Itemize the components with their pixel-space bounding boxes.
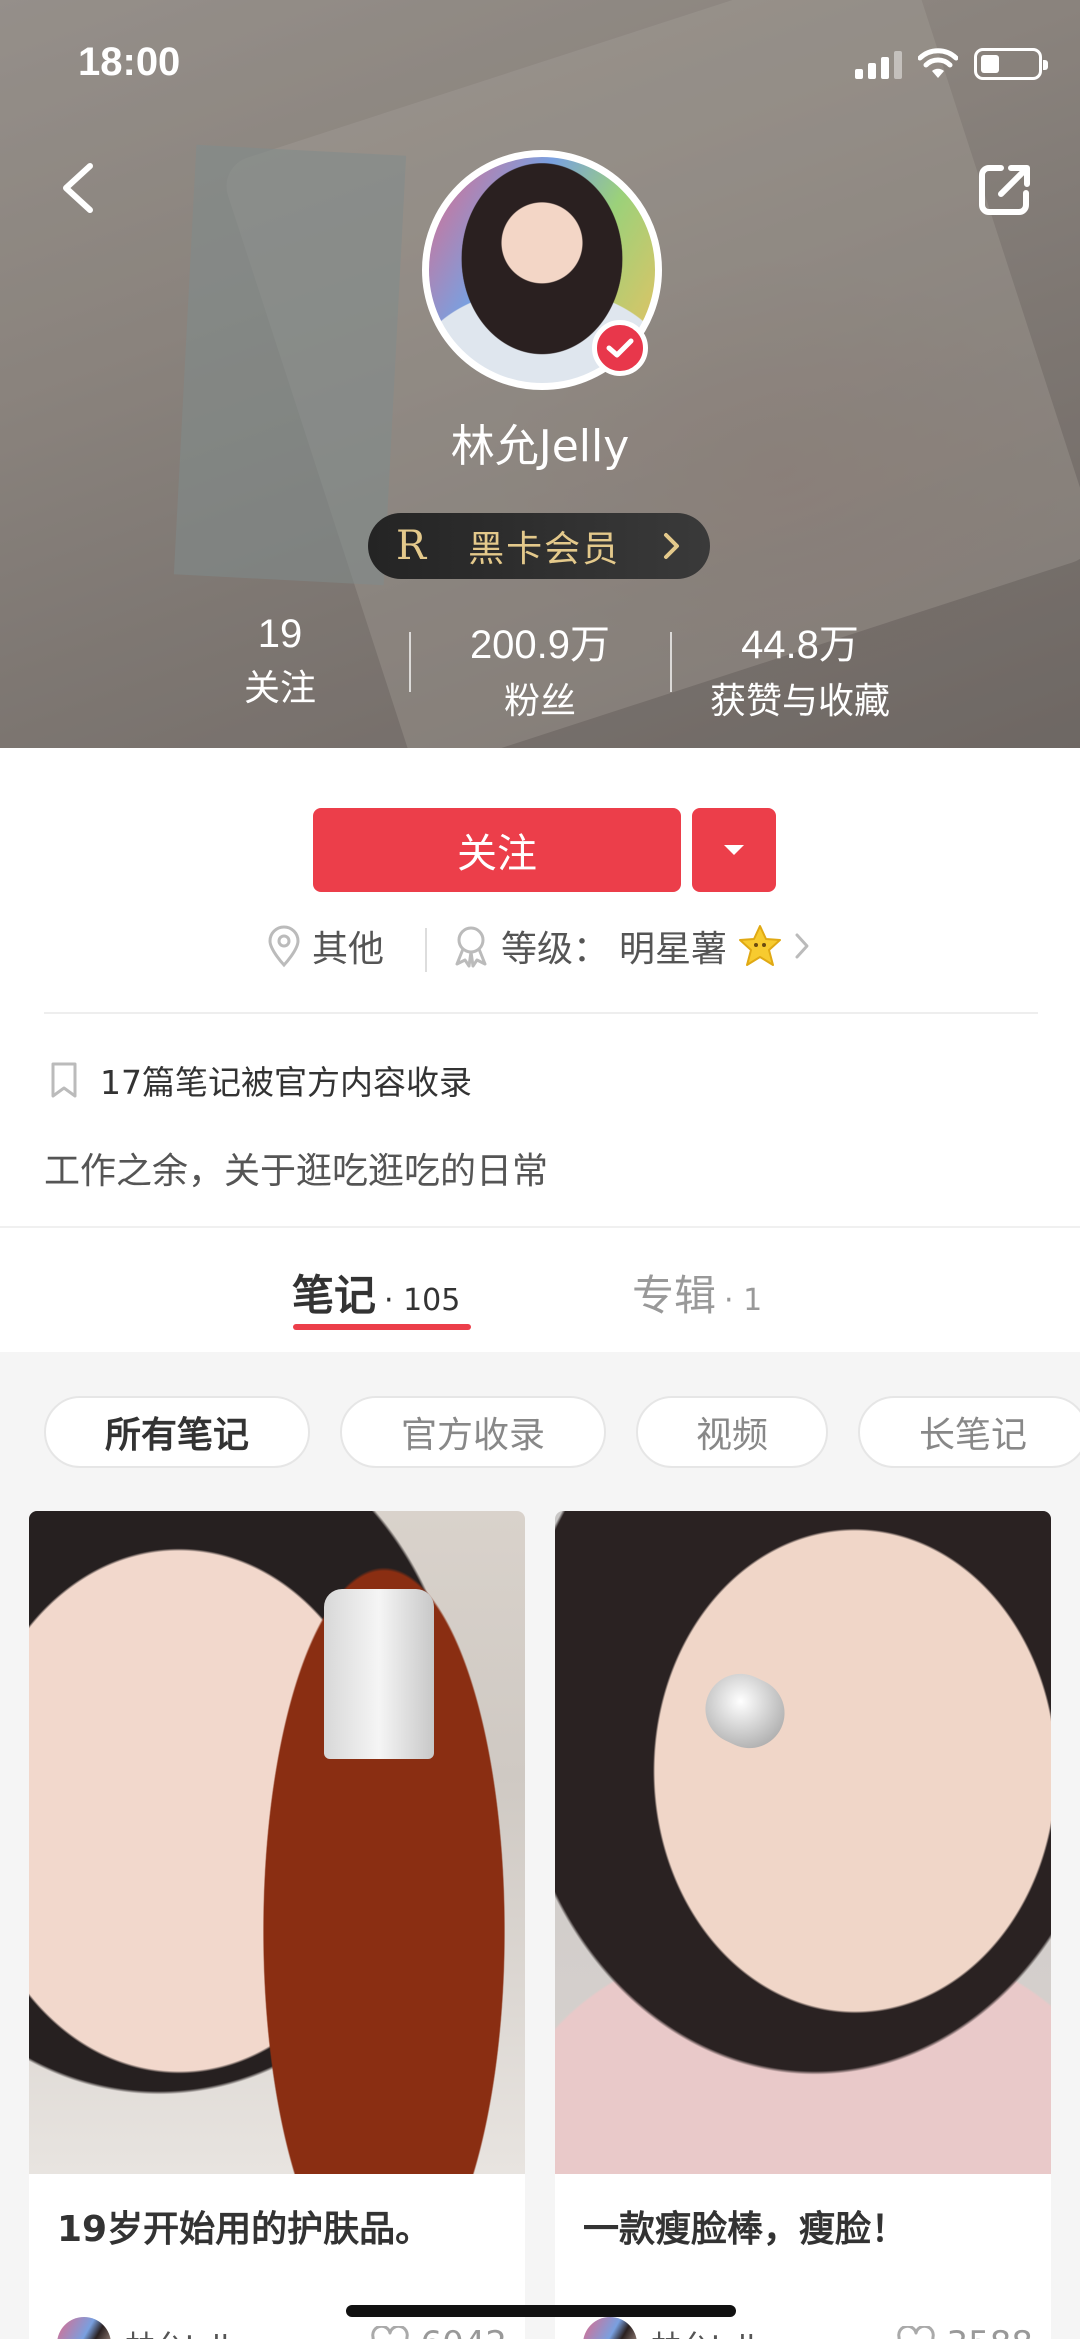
follow-button[interactable]: 关注 [313, 808, 681, 892]
meta-divider [425, 928, 427, 972]
official-collection-info[interactable]: 17篇笔记被官方内容收录 [50, 1056, 472, 1104]
profile-username: 林允Jelly [450, 421, 630, 472]
battery-icon [974, 48, 1048, 80]
share-icon[interactable] [975, 160, 1035, 220]
note-cover-image [555, 1511, 1051, 2174]
location-text: 其他 [312, 929, 385, 970]
tab-notes[interactable]: 笔记 · 105 [292, 1262, 460, 1323]
status-bar: 18:00 [0, 0, 1080, 130]
heart-icon [371, 2326, 410, 2339]
note-card[interactable]: 一款瘦脸棒，瘦脸！ 林允Jelly 3588 [555, 1511, 1051, 2339]
section-divider [0, 1226, 1080, 1228]
note-cover-image [29, 1511, 525, 2174]
cellular-signal-icon [855, 49, 902, 79]
note-title: 19岁开始用的护肤品。 [57, 2209, 432, 2250]
wifi-icon [918, 48, 958, 78]
user-level-button[interactable]: 等级： 明星薯 [451, 920, 811, 972]
note-author: 林允Jelly [651, 2322, 896, 2339]
level-prefix: 等级： [501, 929, 610, 970]
section-divider [44, 1012, 1038, 1014]
stat-divider [670, 632, 672, 692]
tab-count: · 1 [724, 1283, 763, 1318]
verified-badge-icon [592, 320, 648, 376]
home-indicator[interactable] [346, 2305, 736, 2317]
tab-albums[interactable]: 专辑 · 1 [632, 1262, 762, 1323]
profile-meta: 其他 等级： 明星薯 [0, 920, 1080, 980]
active-tab-indicator [293, 1324, 471, 1330]
note-footer: 林允Jelly 6042 [57, 2316, 507, 2339]
author-avatar [583, 2317, 637, 2339]
note-title: 一款瘦脸棒，瘦脸！ [583, 2209, 908, 2250]
vip-label: 黑卡会员 [468, 529, 621, 570]
tab-count: · 105 [384, 1283, 461, 1318]
filter-all-notes[interactable]: 所有笔记 [44, 1396, 310, 1468]
level-name: 明星薯 [619, 929, 728, 970]
stat-divider [409, 632, 411, 692]
profile-stats: 19 关注 200.9万 粉丝 44.8万 获赞与收藏 [0, 612, 1080, 722]
award-ribbon-icon [455, 926, 487, 968]
vip-badge-button[interactable]: R 黑卡会员 [368, 513, 710, 579]
heart-icon [897, 2326, 936, 2339]
author-avatar [57, 2317, 111, 2339]
filter-long-notes[interactable]: 长笔记 [858, 1396, 1080, 1468]
stat-followers[interactable]: 200.9万 粉丝 [440, 612, 640, 724]
profile-bio: 工作之余，关于逛吃逛吃的日常 [44, 1151, 549, 1192]
profile-header: 18:00 林允Jelly R 黑卡会员 19 关注 200.9万 粉丝 44.… [0, 0, 1080, 748]
stat-following[interactable]: 19 关注 [210, 612, 350, 711]
location: 其他 [266, 920, 384, 972]
chevron-right-icon [795, 933, 809, 959]
status-time: 18:00 [78, 40, 181, 84]
vip-logo-icon: R [396, 523, 427, 569]
star-icon [739, 925, 782, 966]
back-icon[interactable] [50, 158, 110, 218]
like-button[interactable]: 6042 [370, 2324, 507, 2339]
note-footer: 林允Jelly 3588 [583, 2316, 1033, 2339]
avatar[interactable] [422, 150, 662, 390]
caret-down-icon [724, 845, 744, 855]
location-pin-icon [268, 925, 300, 968]
bookmark-icon [51, 1062, 77, 1098]
stat-likes-collections[interactable]: 44.8万 获赞与收藏 [690, 612, 910, 724]
follow-options-button[interactable] [692, 808, 776, 892]
filter-official[interactable]: 官方收录 [340, 1396, 606, 1468]
like-button[interactable]: 3588 [896, 2324, 1033, 2339]
like-count: 6042 [420, 2324, 507, 2339]
collected-text: 17篇笔记被官方内容收录 [100, 1063, 472, 1102]
like-count: 3588 [946, 2324, 1033, 2339]
chevron-right-icon [664, 533, 679, 559]
filter-video[interactable]: 视频 [636, 1396, 828, 1468]
note-author: 林允Jelly [125, 2322, 370, 2339]
note-card[interactable]: 19岁开始用的护肤品。 林允Jelly 6042 [29, 1511, 525, 2339]
